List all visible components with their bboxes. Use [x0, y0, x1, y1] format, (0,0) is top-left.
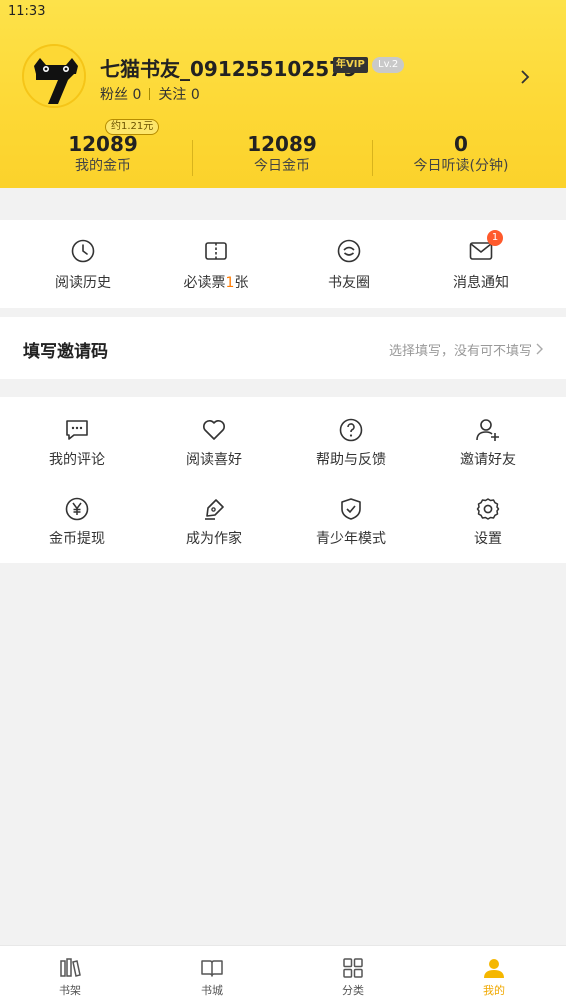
invite-code-row[interactable]: 填写邀请码 选择填写，没有可不填写: [0, 317, 566, 379]
tab-label: 书城: [201, 984, 223, 997]
tab-mine[interactable]: 我的: [454, 956, 534, 998]
invite-hint: 选择填写，没有可不填写: [388, 344, 532, 359]
stat-today-coins[interactable]: 12089 今日金币: [187, 132, 377, 176]
grid-icon: [343, 958, 363, 978]
become-author-button[interactable]: 成为作家: [144, 496, 284, 548]
tab-label: 我的: [483, 984, 505, 997]
quick-label: 消息通知: [453, 275, 509, 291]
bookshelf-icon: [60, 958, 81, 977]
chevron-right-icon: [536, 343, 543, 355]
reading-history-button[interactable]: 阅读历史: [23, 238, 143, 292]
ticket-unit: 张: [234, 275, 249, 291]
open-book-icon: [201, 960, 223, 977]
smile-circle-icon: [337, 239, 361, 263]
quick-label: 必读票1张: [156, 272, 276, 292]
my-comments-button[interactable]: 我的评论: [7, 417, 147, 469]
stat-value: 0: [454, 132, 468, 156]
quick-label: 阅读历史: [55, 275, 111, 291]
menu-label: 设置: [474, 531, 502, 547]
fans-link[interactable]: 粉丝 0: [100, 87, 141, 103]
coin-withdraw-button[interactable]: 金币提现: [7, 496, 147, 548]
menu-label: 帮助与反馈: [316, 452, 386, 468]
invite-title: 填写邀请码: [23, 342, 108, 362]
settings-button[interactable]: 设置: [418, 496, 558, 548]
follow-label: 关注: [158, 87, 187, 103]
tab-label: 书架: [59, 984, 81, 997]
notification-badge: 1: [487, 230, 503, 246]
help-feedback-button[interactable]: 帮助与反馈: [281, 417, 421, 469]
pen-icon: [205, 499, 224, 520]
read-ticket-button[interactable]: 必读票1张: [156, 238, 276, 292]
person-icon: [484, 959, 504, 978]
menu-label: 我的评论: [49, 452, 105, 468]
level-badge: Lv.2: [372, 57, 405, 73]
tab-category[interactable]: 分类: [313, 956, 393, 998]
avatar[interactable]: [22, 44, 86, 108]
fans-count: 0: [132, 87, 142, 103]
chevron-right-icon[interactable]: [518, 68, 532, 86]
quick-actions-card: 阅读历史 必读票1张 书友圈 1 消息通知: [0, 220, 566, 308]
book-friends-button[interactable]: 书友圈: [289, 238, 409, 292]
book-ticket-icon: [205, 242, 227, 260]
stat-value: 12089: [68, 132, 138, 156]
clock-icon: [71, 239, 95, 263]
yen-icon: [65, 497, 89, 521]
gear-icon: [476, 498, 500, 520]
comment-icon: [66, 420, 88, 440]
username: 七猫书友_091255102579: [100, 57, 357, 81]
add-user-icon: [476, 419, 499, 441]
profile-header: 11:33 七猫书友_091255102579 年VIP Lv.2 粉丝 0 关注…: [0, 0, 566, 188]
notifications-button[interactable]: 1 消息通知: [421, 230, 541, 292]
menu-grid: 我的评论 阅读喜好 帮助与反馈 邀请好友 金币提现 成为作家 青少年模式 设置: [0, 397, 566, 563]
tab-bookshelf[interactable]: 书架: [30, 956, 110, 998]
invite-friends-button[interactable]: 邀请好友: [418, 417, 558, 469]
vip-badge: 年VIP: [333, 57, 368, 73]
stat-label: 我的金币: [75, 158, 131, 174]
stat-listen-minutes[interactable]: 0 今日听读(分钟): [366, 132, 556, 176]
stat-my-coins[interactable]: 12089 我的金币: [8, 132, 198, 176]
menu-label: 青少年模式: [316, 531, 386, 547]
stat-label: 今日听读(分钟): [413, 158, 509, 174]
stat-value: 12089: [247, 132, 317, 156]
stat-label: 今日金币: [254, 158, 310, 174]
divider: [149, 88, 151, 100]
shield-check-icon: [341, 498, 361, 520]
tab-label: 分类: [342, 984, 364, 997]
menu-label: 阅读喜好: [186, 452, 242, 468]
quick-label: 书友圈: [328, 275, 370, 291]
cat-logo-icon: [24, 46, 84, 106]
menu-label: 金币提现: [49, 531, 105, 547]
tab-bookstore[interactable]: 书城: [172, 956, 252, 998]
follow-row: 粉丝 0 关注 0: [100, 84, 200, 104]
reading-preference-button[interactable]: 阅读喜好: [144, 417, 284, 469]
follow-link[interactable]: 关注 0: [158, 87, 199, 103]
ticket-label: 必读票: [183, 275, 226, 291]
heart-icon: [203, 420, 225, 440]
follow-count: 0: [190, 87, 200, 103]
fans-label: 粉丝: [100, 87, 128, 103]
status-time: 11:33: [8, 4, 46, 19]
menu-label: 成为作家: [186, 531, 242, 547]
help-icon: [339, 418, 363, 442]
menu-label: 邀请好友: [460, 452, 516, 468]
teen-mode-button[interactable]: 青少年模式: [281, 496, 421, 548]
bottom-tab-bar: 书架 书城 分类 我的: [0, 945, 566, 1000]
